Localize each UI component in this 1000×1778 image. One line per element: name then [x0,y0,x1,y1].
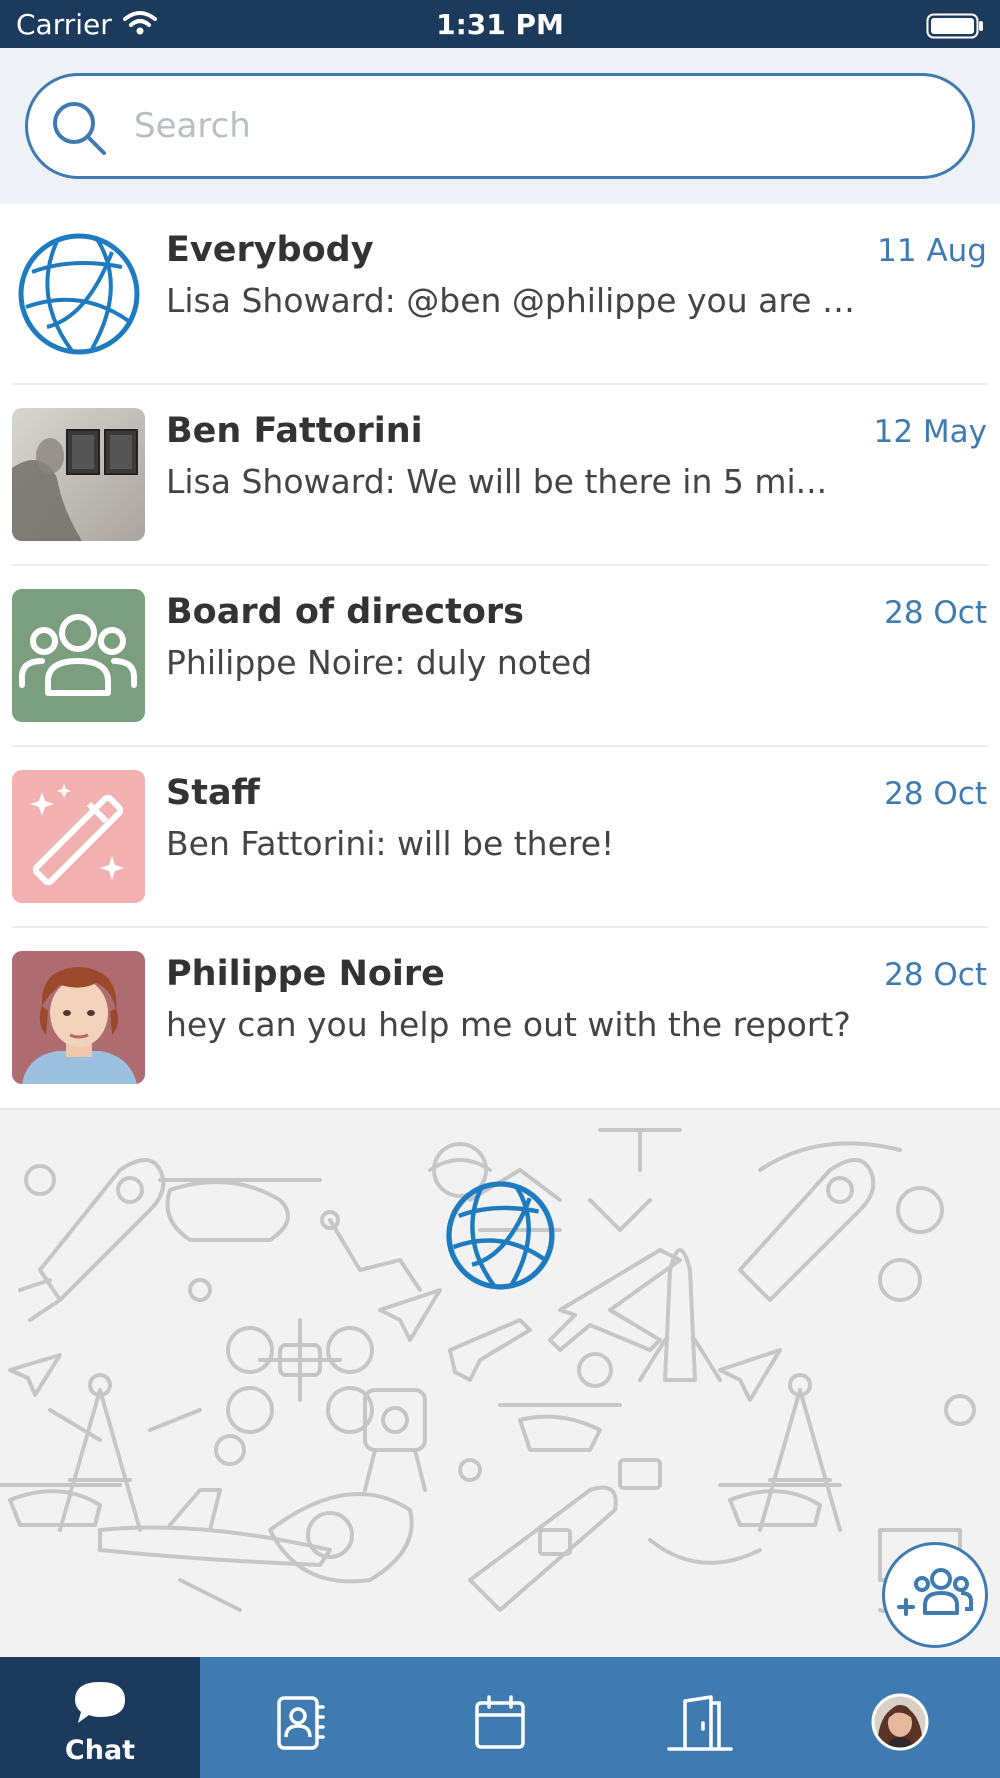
globe-icon [12,227,145,360]
chat-name: Ben Fattorini [166,411,423,451]
chat-name: Board of directors [166,592,524,632]
globe-icon [441,1176,559,1298]
chat-date: 28 Oct [884,776,987,812]
chat-item-everybody[interactable]: Everybody 11 Aug Lisa Showard: @ben @phi… [0,204,1000,385]
chat-background [0,1108,1000,1657]
contacts-icon [275,1695,325,1755]
search-icon [50,99,110,163]
chat-list: Everybody 11 Aug Lisa Showard: @ben @phi… [0,204,1000,1109]
chat-name: Everybody [166,230,374,270]
chat-preview: hey can you help me out with the report? [166,1005,851,1044]
chat-preview: Lisa Showard: @ben @philippe you are g..… [166,281,856,320]
tab-label: Chat [64,1735,136,1766]
search-input[interactable] [134,98,914,154]
chat-date: 12 May [873,414,987,450]
calendar-icon [474,1695,526,1755]
chat-preview: Lisa Showard: We will be there in 5 mi..… [166,462,828,501]
chat-date: 11 Aug [877,233,987,269]
chat-item-ben-fattorini[interactable]: Ben Fattorini 12 May Lisa Showard: We wi… [0,385,1000,566]
chat-name: Staff [166,773,260,813]
tab-profile[interactable] [800,1657,1000,1778]
chat-bubble-icon [72,1679,128,1731]
avatar [12,951,145,1084]
group-icon [12,589,145,722]
clock: 1:31 PM [436,8,564,41]
add-group-icon [897,1568,973,1616]
tab-rooms[interactable] [600,1657,800,1778]
chat-date: 28 Oct [884,957,987,993]
chat-item-philippe-noire[interactable]: Philippe Noire 28 Oct hey can you help m… [0,928,1000,1109]
new-group-button[interactable] [882,1542,988,1648]
magic-wand-icon [12,770,145,903]
tab-bar: Chat [0,1657,1000,1778]
chat-name: Philippe Noire [166,954,445,994]
profile-avatar [871,1693,929,1755]
search-bar[interactable] [25,73,975,179]
chat-preview: Philippe Noire: duly noted [166,643,593,682]
chat-preview: Ben Fattorini: will be there! [166,824,615,863]
tab-contacts[interactable] [200,1657,400,1778]
battery-icon [926,13,984,43]
chat-item-board-of-directors[interactable]: Board of directors 28 Oct Philippe Noire… [0,566,1000,747]
chat-date: 28 Oct [884,595,987,631]
tab-calendar[interactable] [400,1657,600,1778]
tab-chat[interactable]: Chat [0,1657,200,1778]
door-icon [667,1695,733,1755]
avatar [12,408,145,541]
search-area [0,48,1000,204]
chat-item-staff[interactable]: Staff 28 Oct Ben Fattorini: will be ther… [0,747,1000,928]
status-bar: Carrier 1:31 PM [0,0,1000,48]
